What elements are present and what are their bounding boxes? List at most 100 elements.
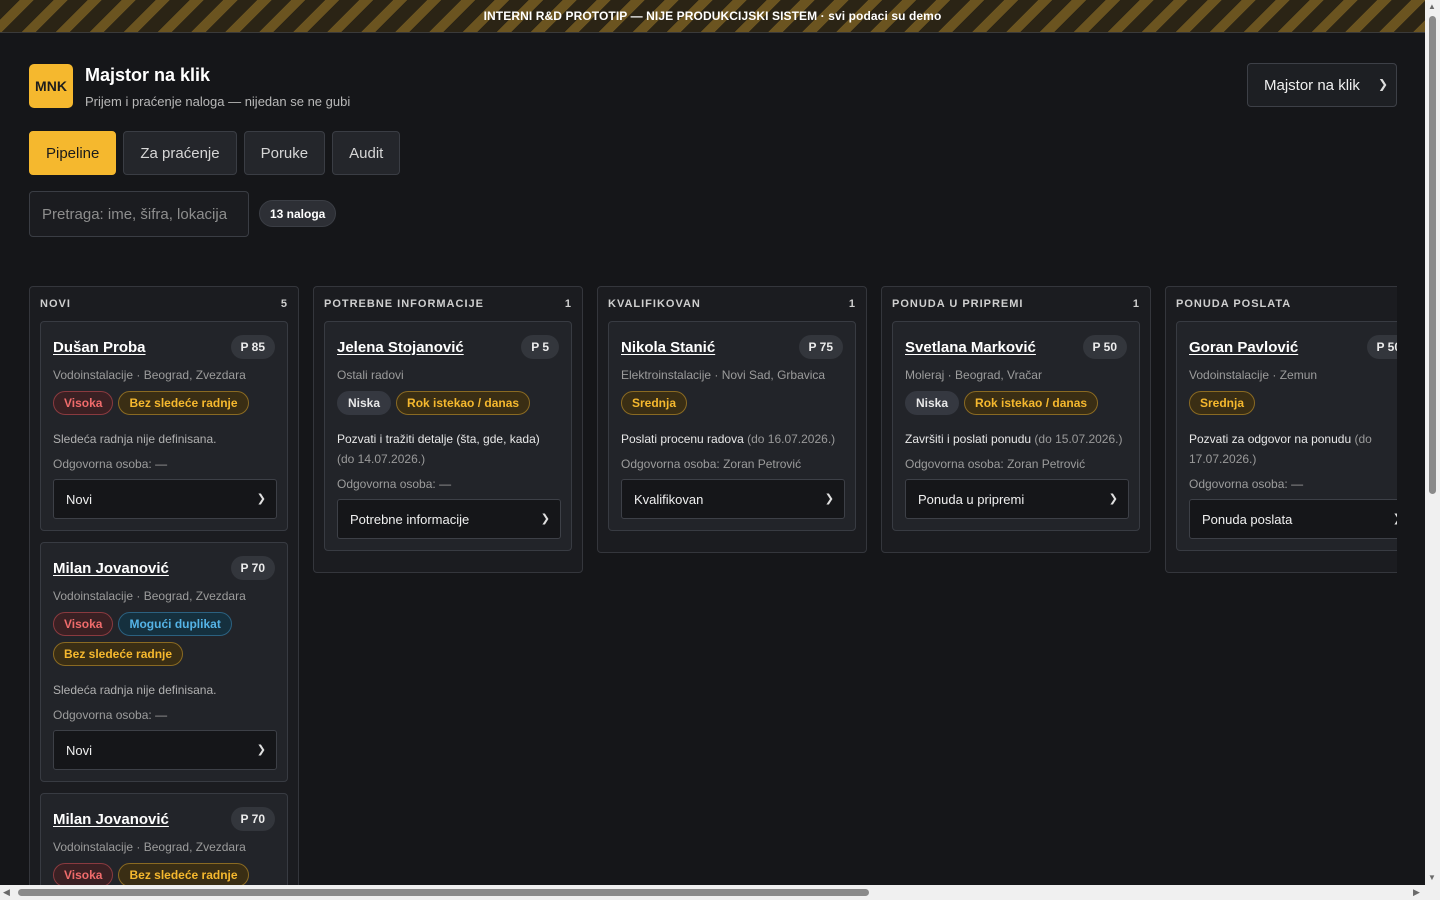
app-logo: MNK (29, 64, 73, 108)
column-title: PONUDA U PRIPREMI (892, 298, 1024, 310)
column-title: KVALIFIKOVAN (608, 298, 701, 310)
card-tags: Niska Rok istekao / danas (905, 391, 1127, 415)
next-action-text: Pozvati za odgovor na ponudu (1189, 432, 1352, 446)
vertical-scroll-thumb[interactable] (1429, 16, 1436, 494)
customer-name-link[interactable]: Nikola Stanić (621, 339, 715, 356)
priority-badge: P 50 (1366, 335, 1397, 359)
status-select[interactable]: Novi ❯ (53, 730, 277, 770)
order-card: Milan Jovanović P 70 Vodoinstalacije · B… (40, 793, 288, 886)
column-header: POTREBNE INFORMACIJE 1 (324, 287, 572, 321)
owner-text: Odgovorna osoba: Zoran Petrović (905, 457, 1086, 471)
warning-badge: Bez sledeće radnje (53, 642, 184, 666)
prototype-banner: INTERNI R&D PROTOTIP — NIJE PRODUKCIJSKI… (0, 0, 1425, 33)
status-select[interactable]: Ponuda u pripremi ❯ (905, 479, 1129, 519)
vertical-scrollbar[interactable]: ▲ ▼ (1425, 0, 1440, 885)
chevron-down-icon: ❯ (824, 493, 834, 505)
next-action-text: Poslati procenu radova (621, 432, 744, 446)
chevron-down-icon: ❯ (540, 513, 550, 525)
owner-text: Odgovorna osoba: — (53, 457, 168, 471)
order-card: Nikola Stanić P 75 Elektroinstalacije · … (608, 321, 856, 531)
column-header: PONUDA U PRIPREMI 1 (892, 287, 1140, 321)
column-title: NOVI (40, 298, 71, 310)
status-select-value: Novi (66, 491, 93, 507)
warning-badge: Bez sledeće radnje (118, 391, 249, 415)
card-tags: Niska Rok istekao / danas (337, 391, 559, 415)
duplicate-badge: Mogući duplikat (118, 612, 232, 636)
urgency-badge: Visoka (53, 863, 114, 886)
scroll-right-arrow-icon[interactable]: ▶ (1413, 887, 1420, 898)
column-title: POTREBNE INFORMACIJE (324, 298, 484, 310)
status-select-value: Ponuda poslata (1202, 511, 1293, 527)
overdue-badge: Rok istekao / danas (964, 391, 1099, 415)
order-card: Jelena Stojanović P 5 Ostali radovi Nisk… (324, 321, 572, 551)
urgency-badge: Niska (905, 391, 960, 415)
status-select-value: Ponuda u pripremi (918, 491, 1025, 507)
column-header: KVALIFIKOVAN 1 (608, 287, 856, 321)
priority-badge: P 70 (230, 807, 275, 831)
status-select[interactable]: Novi ❯ (53, 479, 277, 519)
order-card: Goran Pavlović P 50 Vodoinstalacije · Ze… (1176, 321, 1397, 551)
next-action: Sledeća radnja nije definisana. (53, 683, 217, 697)
column-title: PONUDA POSLATA (1176, 298, 1292, 310)
brand: Majstor na klik Prijem i praćenje naloga… (85, 64, 350, 109)
column-count: 1 (848, 298, 856, 310)
card-tags: Visoka Mogući duplikat Bez sledeće radnj… (53, 612, 275, 666)
card-meta: Ostali radovi (337, 368, 404, 382)
overdue-badge: Rok istekao / danas (396, 391, 531, 415)
tab-poruke[interactable]: Poruke (243, 131, 326, 175)
priority-badge: P 85 (230, 335, 275, 359)
urgency-badge: Srednja (621, 391, 688, 415)
order-card: Svetlana Marković P 50 Moleraj · Beograd… (892, 321, 1140, 531)
next-action: Pozvati i tražiti detalje (šta, gde, kad… (337, 429, 559, 469)
search-input[interactable] (29, 191, 249, 237)
card-tags: Srednja (1189, 391, 1397, 415)
scroll-down-arrow-icon[interactable]: ▼ (1428, 873, 1436, 882)
status-select[interactable]: Kvalifikovan ❯ (621, 479, 845, 519)
column-count: 1 (1132, 298, 1140, 310)
customer-name-link[interactable]: Milan Jovanović (53, 811, 169, 828)
customer-name-link[interactable]: Milan Jovanović (53, 560, 169, 577)
tab-za-pracenje[interactable]: Za praćenje (123, 131, 237, 175)
column-potrebne-informacije: POTREBNE INFORMACIJE 1 Jelena Stojanović… (313, 286, 583, 573)
warning-badge: Bez sledeće radnje (118, 863, 249, 886)
tab-pipeline[interactable]: Pipeline (29, 131, 117, 175)
customer-name-link[interactable]: Svetlana Marković (905, 339, 1036, 356)
chevron-down-icon: ❯ (1377, 77, 1388, 91)
column-header: PONUDA POSLATA 1 (1176, 287, 1397, 321)
organization-select[interactable]: Majstor na klik ❯ (1247, 63, 1397, 107)
horizontal-scrollbar[interactable]: ◀ ▶ (0, 885, 1440, 900)
priority-badge: P 50 (1082, 335, 1127, 359)
owner-text: Odgovorna osoba: — (53, 708, 168, 722)
horizontal-scroll-thumb[interactable] (18, 889, 869, 896)
app-subtitle: Prijem i praćenje naloga — nijedan se ne… (85, 94, 351, 109)
due-date: (do 15.07.2026.) (1034, 432, 1123, 446)
priority-badge: P 70 (230, 556, 275, 580)
pipeline-board: NOVI 5 Dušan Proba P 85 Vodoinstalacije … (29, 286, 1397, 886)
card-tags: Srednja (621, 391, 843, 415)
status-select[interactable]: Ponuda poslata ❯ (1189, 499, 1397, 539)
owner-text: Odgovorna osoba: — (337, 477, 452, 491)
status-select-value: Potrebne informacije (350, 511, 470, 527)
order-card: Milan Jovanović P 70 Vodoinstalacije · B… (40, 542, 288, 782)
urgency-badge: Visoka (53, 612, 114, 636)
customer-name-link[interactable]: Goran Pavlović (1189, 339, 1298, 356)
column-count: 1 (564, 298, 572, 310)
order-card: Dušan Proba P 85 Vodoinstalacije · Beogr… (40, 321, 288, 531)
next-action-text: Pozvati i tražiti detalje (šta, gde, kad… (337, 432, 540, 446)
owner-text: Odgovorna osoba: — (1189, 477, 1304, 491)
scroll-up-arrow-icon[interactable]: ▲ (1428, 2, 1436, 11)
order-count-badge: 13 naloga (259, 200, 337, 227)
priority-badge: P 75 (798, 335, 843, 359)
urgency-badge: Srednja (1189, 391, 1256, 415)
customer-name-link[interactable]: Dušan Proba (53, 339, 146, 356)
tab-audit[interactable]: Audit (332, 131, 401, 175)
column-novi: NOVI 5 Dušan Proba P 85 Vodoinstalacije … (29, 286, 299, 886)
urgency-badge: Niska (337, 391, 392, 415)
customer-name-link[interactable]: Jelena Stojanović (337, 339, 464, 356)
card-meta: Elektroinstalacije · Novi Sad, Grbavica (621, 368, 826, 382)
app-header: MNK Majstor na klik Prijem i praćenje na… (29, 64, 350, 109)
scroll-left-arrow-icon[interactable]: ◀ (3, 887, 10, 898)
status-select[interactable]: Potrebne informacije ❯ (337, 499, 561, 539)
app-title: Majstor na klik (85, 65, 211, 85)
chevron-down-icon: ❯ (1393, 512, 1397, 525)
